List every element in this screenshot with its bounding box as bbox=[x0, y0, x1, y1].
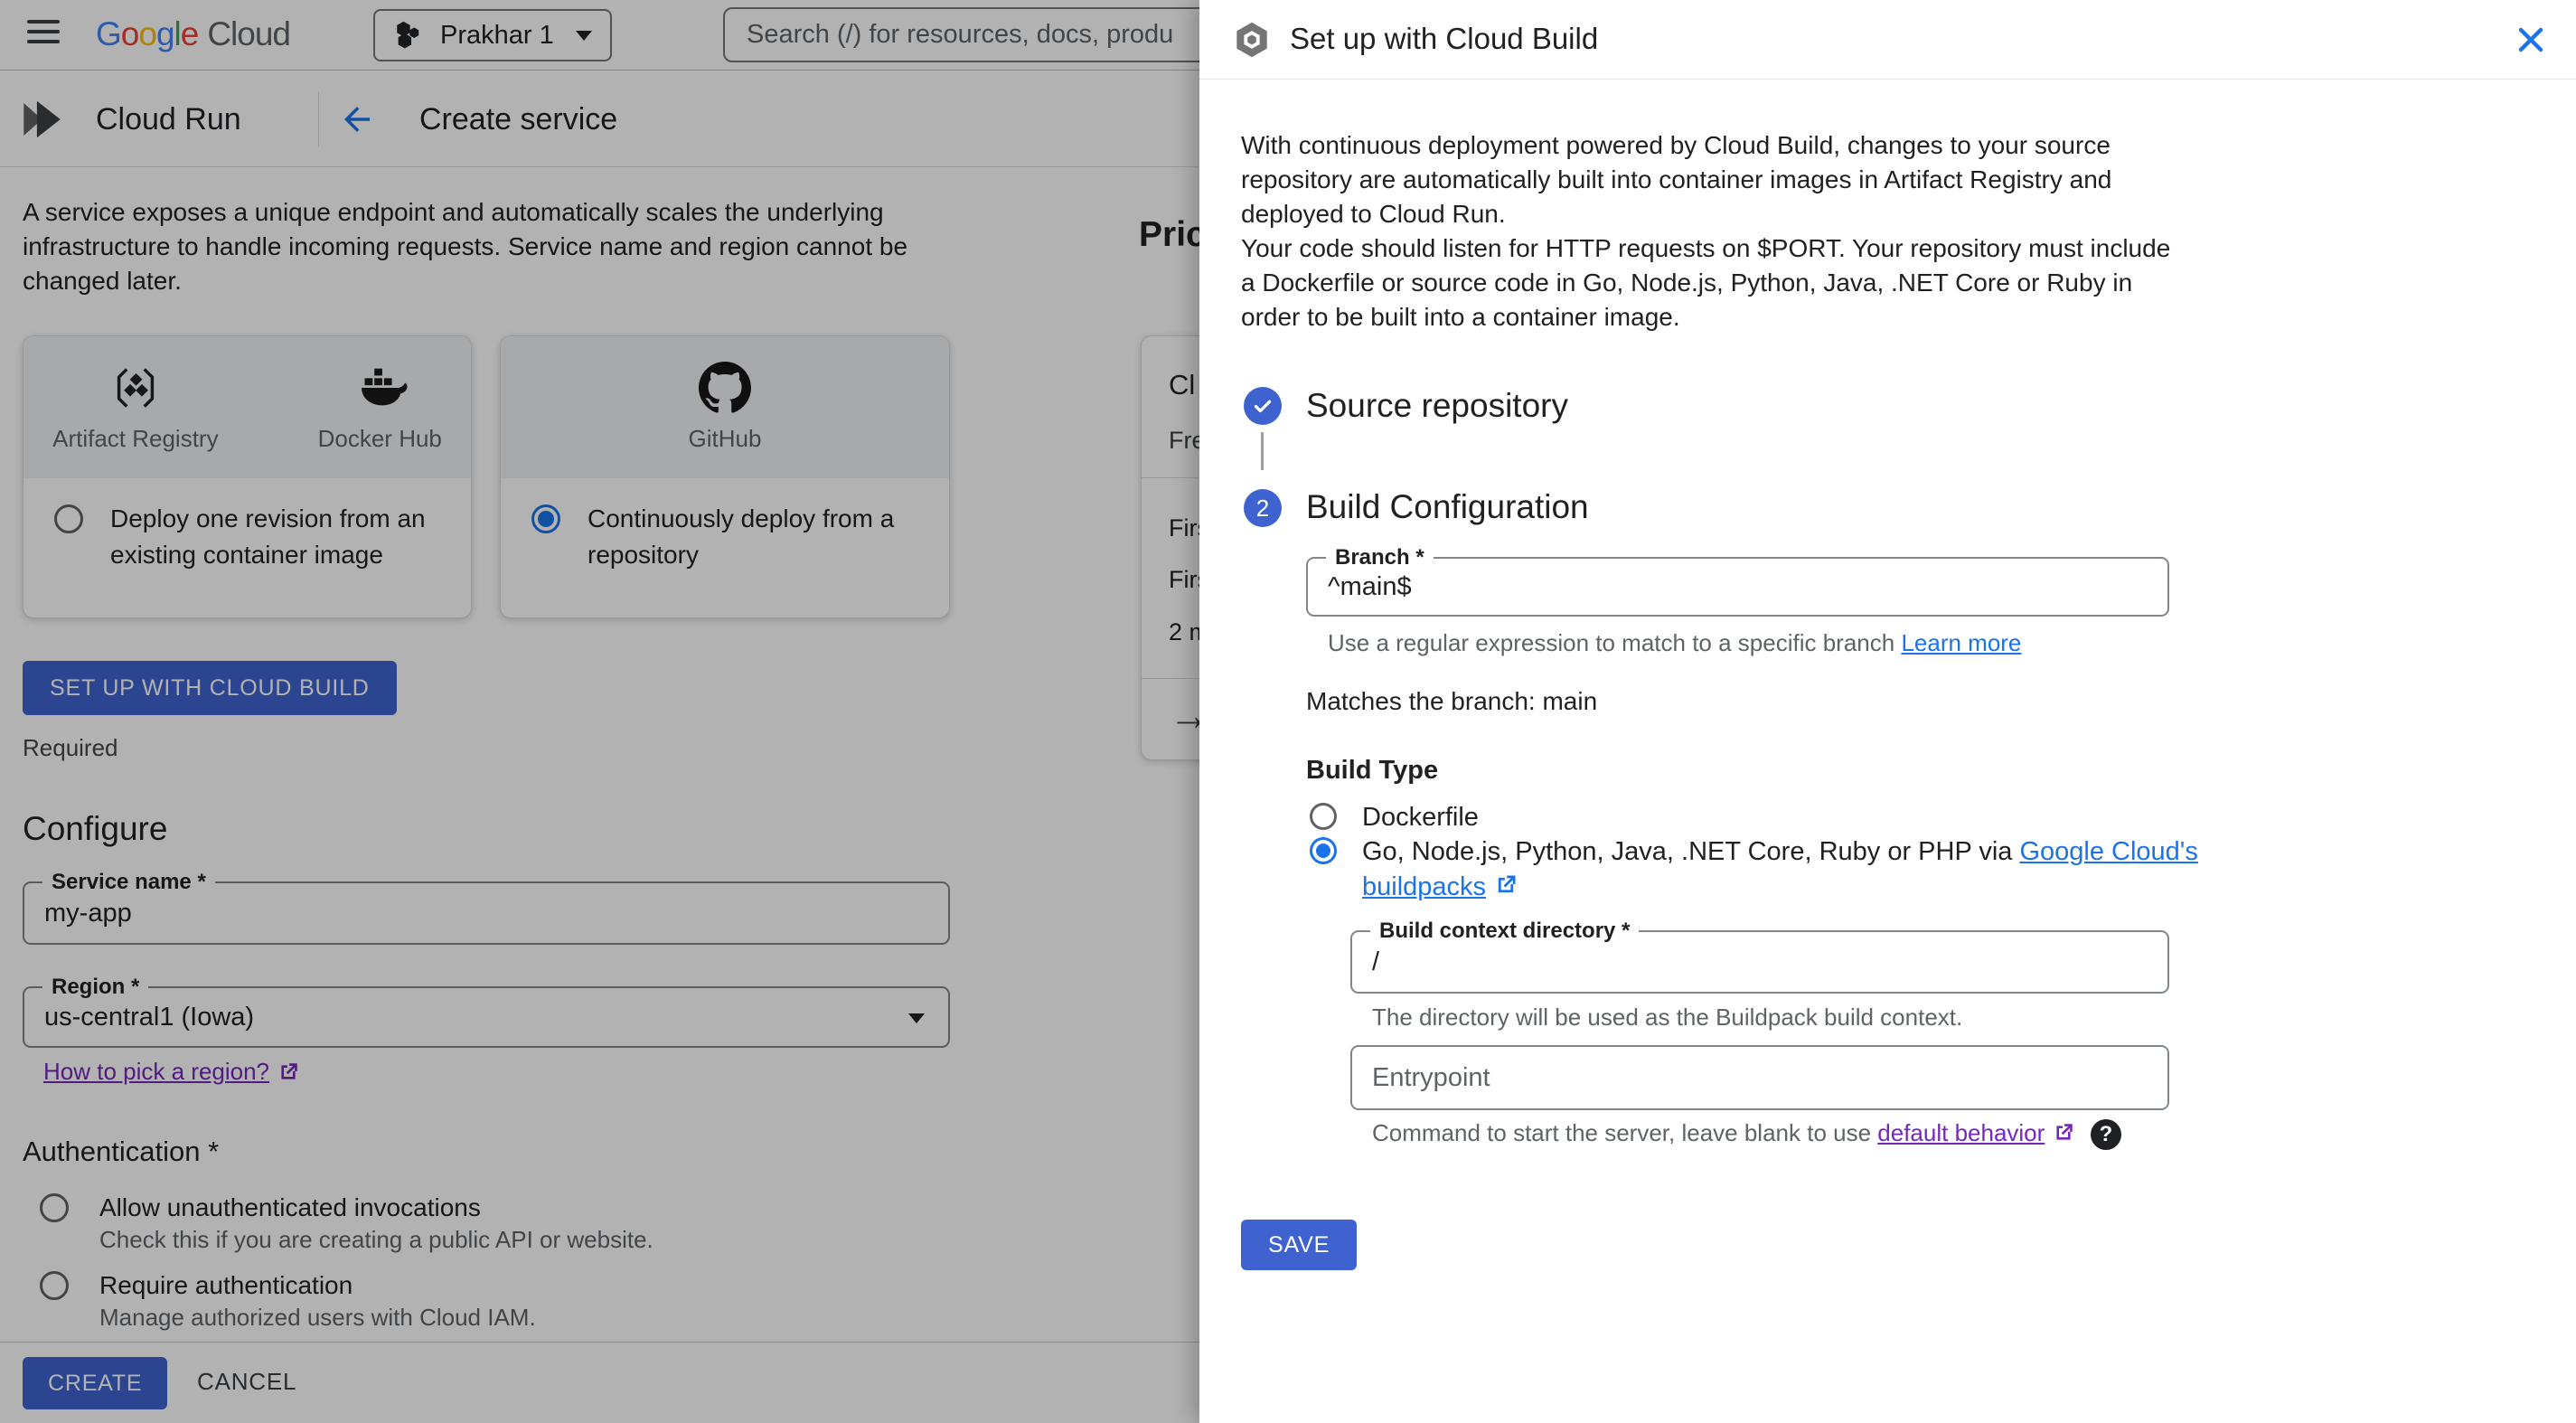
learn-more-link[interactable]: Learn more bbox=[1901, 629, 2021, 656]
dockerfile-label: Dockerfile bbox=[1362, 803, 1479, 832]
entrypoint-helper-text: Command to start the server, leave blank… bbox=[1372, 1119, 1878, 1146]
external-link-icon bbox=[2055, 1124, 2073, 1140]
cloud-build-icon bbox=[1236, 22, 1267, 58]
step1-complete-badge bbox=[1244, 387, 1282, 425]
branch-helper-text: Use a regular expression to match to a s… bbox=[1328, 629, 1902, 656]
radio-unselected-icon[interactable] bbox=[1310, 803, 1337, 830]
branch-match-note: Matches the branch: main bbox=[1306, 687, 1598, 715]
step-connector bbox=[1261, 432, 1264, 470]
entrypoint-field bbox=[1350, 1045, 2169, 1110]
panel-header: Set up with Cloud Build bbox=[1199, 0, 2576, 80]
screen: GoogleCloud Prakhar 1 Cloud Run Create s… bbox=[0, 0, 2576, 1423]
branch-value: ^main$ bbox=[1328, 571, 1412, 601]
build-context-label: Build context directory * bbox=[1370, 919, 1640, 944]
default-behavior-link[interactable]: default behavior bbox=[1877, 1119, 2045, 1146]
panel-description-p1: With continuous deployment powered by Cl… bbox=[1241, 131, 2112, 228]
step1-title[interactable]: Source repository bbox=[1306, 387, 1568, 425]
entrypoint-input[interactable] bbox=[1372, 1047, 2106, 1108]
build-type-heading: Build Type bbox=[1306, 756, 1439, 785]
external-link-icon bbox=[1498, 875, 1516, 893]
buildpacks-label-text: Go, Node.js, Python, Java, .NET Core, Ru… bbox=[1362, 837, 2020, 866]
build-context-value: / bbox=[1372, 947, 1380, 976]
step2-title: Build Configuration bbox=[1306, 488, 1589, 525]
buildpacks-radio-row[interactable]: Go, Node.js, Python, Java, .NET Core, Ru… bbox=[1310, 837, 2212, 905]
branch-field[interactable]: Branch * ^main$ bbox=[1306, 545, 2169, 617]
branch-helper: Use a regular expression to match to a s… bbox=[1328, 629, 2021, 657]
buildpacks-label: Go, Node.js, Python, Java, .NET Core, Ru… bbox=[1362, 834, 2212, 905]
step2-number: 2 bbox=[1255, 494, 1270, 522]
dockerfile-radio-row[interactable]: Dockerfile bbox=[1310, 803, 2212, 835]
step2-badge: 2 bbox=[1244, 489, 1282, 527]
build-context-field[interactable]: Build context directory * / bbox=[1350, 919, 2169, 994]
radio-selected-icon[interactable] bbox=[1310, 837, 1337, 864]
panel-description: With continuous deployment powered by Cl… bbox=[1241, 128, 2186, 335]
save-button[interactable]: SAVE bbox=[1241, 1220, 1358, 1270]
close-icon[interactable] bbox=[2511, 20, 2551, 60]
entrypoint-helper: Command to start the server, leave blank… bbox=[1372, 1119, 2121, 1151]
panel-description-p2: Your code should listen for HTTP request… bbox=[1241, 234, 2171, 331]
panel-title: Set up with Cloud Build bbox=[1290, 22, 1599, 55]
build-context-helper: The directory will be used as the Buildp… bbox=[1372, 1004, 1963, 1031]
check-icon bbox=[1254, 400, 1272, 413]
cloud-build-panel: Set up with Cloud Build With continuous … bbox=[1199, 0, 2576, 1423]
help-icon[interactable]: ? bbox=[2090, 1119, 2121, 1151]
